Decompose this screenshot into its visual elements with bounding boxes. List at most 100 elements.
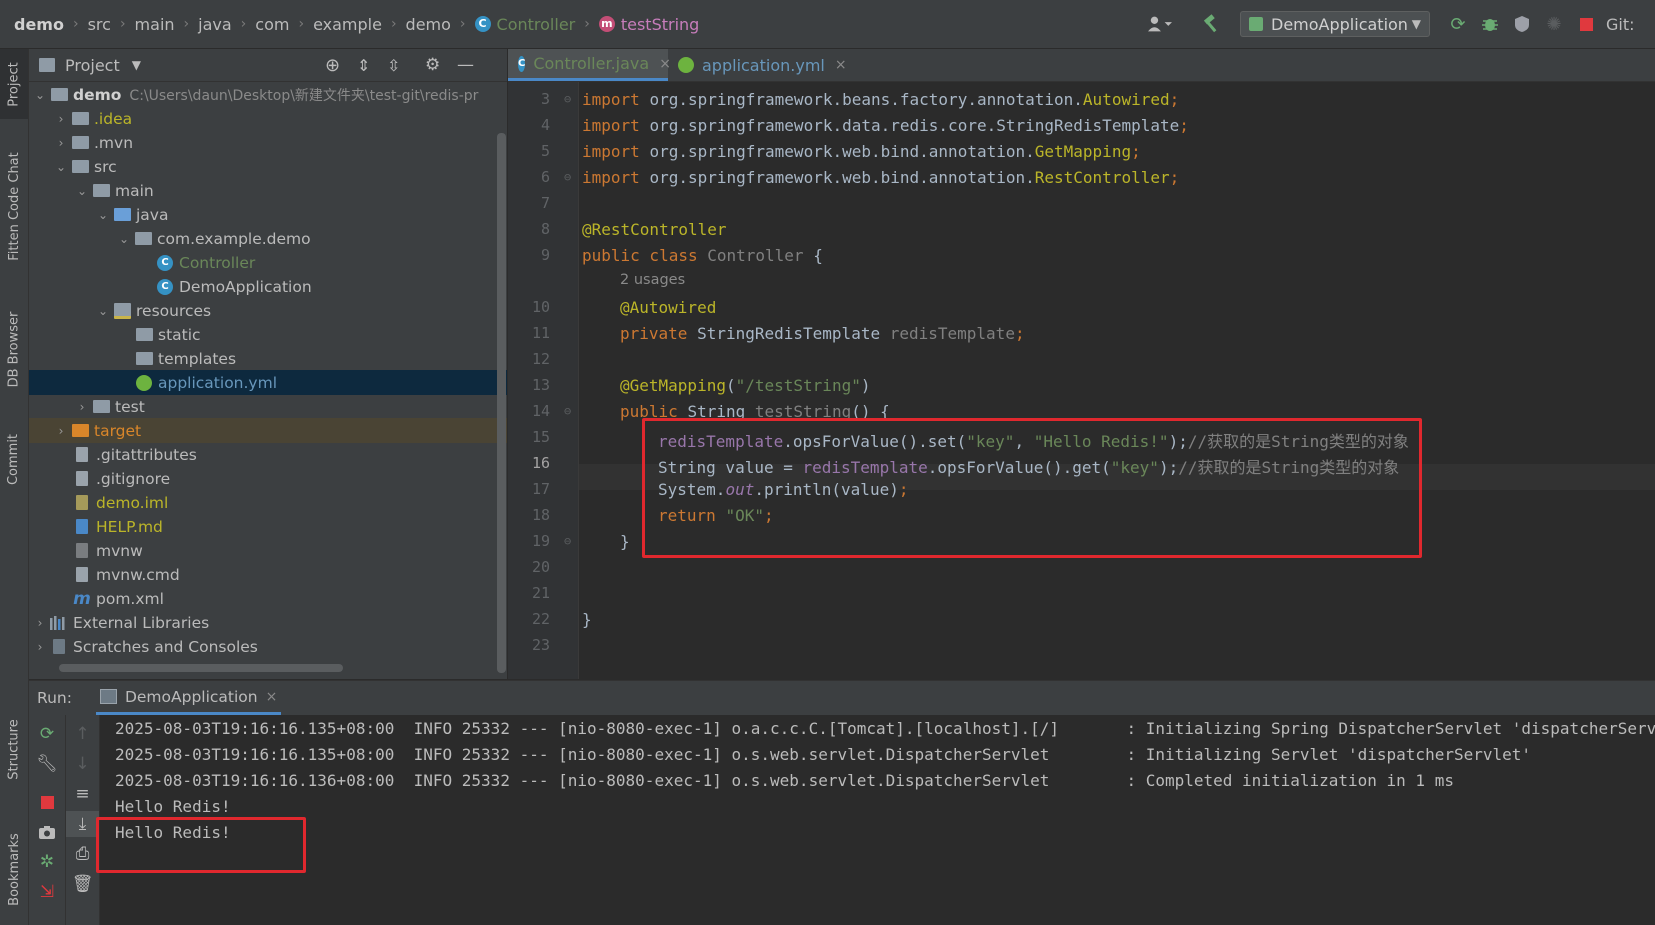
- tree-item[interactable]: C Controller: [29, 250, 507, 275]
- build-hammer-icon[interactable]: [1200, 12, 1224, 36]
- fitten-code-chat-tab[interactable]: Fitten Code Chat: [0, 141, 28, 271]
- usages-hint[interactable]: 2 usages: [620, 272, 685, 288]
- up-arrow-icon[interactable]: ↑: [66, 721, 99, 747]
- tree-item[interactable]: › target: [29, 418, 507, 443]
- tree-item[interactable]: ⌄ java: [29, 202, 507, 227]
- chevron-right-icon[interactable]: ›: [73, 400, 91, 414]
- trash-icon[interactable]: 🗑︎: [66, 871, 99, 897]
- breadcrumb-item[interactable]: demo: [14, 15, 64, 34]
- chevron-down-icon[interactable]: ⌄: [115, 232, 133, 246]
- tree-item[interactable]: HELP.md: [29, 514, 507, 539]
- tree-item[interactable]: › .mvn: [29, 130, 507, 155]
- chevron-down-icon[interactable]: ⌄: [94, 304, 112, 318]
- tree-item[interactable]: static: [29, 322, 507, 347]
- tree-item-label: Scratches and Consoles: [73, 637, 258, 656]
- chevron-right-icon[interactable]: ›: [31, 616, 49, 630]
- tree-item[interactable]: ⌄ src: [29, 154, 507, 179]
- debug-settings-icon[interactable]: ✲: [29, 849, 65, 875]
- fold-icon[interactable]: ⊖: [564, 534, 571, 548]
- code-editor[interactable]: 3 4 5 6 7 8 9 10 11 12 13 14 15 16 17 18…: [508, 82, 1655, 679]
- tree-item[interactable]: .gitignore: [29, 466, 507, 491]
- tab-application-yml[interactable]: application.yml ×: [668, 49, 857, 81]
- breadcrumb-item[interactable]: main: [135, 15, 175, 34]
- tree-item[interactable]: ⌄ resources: [29, 298, 507, 323]
- tab-controller-java[interactable]: C Controller.java ×: [508, 49, 671, 81]
- fold-icon[interactable]: ⊖: [564, 92, 571, 106]
- rerun-icon[interactable]: ⟳: [1446, 12, 1470, 36]
- breadcrumb-item[interactable]: src: [88, 15, 111, 34]
- db-browser-tab[interactable]: DB Browser: [0, 294, 28, 404]
- tree-item[interactable]: ⌄ com.example.demo: [29, 226, 507, 251]
- user-icon[interactable]: [1148, 12, 1172, 36]
- folder-icon: [91, 183, 111, 199]
- structure-tab[interactable]: Structure: [0, 699, 28, 799]
- gear-icon[interactable]: ⚙: [425, 55, 440, 75]
- tree-item-selected[interactable]: application.yml: [29, 370, 507, 395]
- wrench-icon[interactable]: 🔧︎: [29, 751, 65, 777]
- code-token: RestController: [1034, 168, 1170, 187]
- project-tool-tab[interactable]: Project: [0, 49, 28, 119]
- tree-item[interactable]: templates: [29, 346, 507, 371]
- commit-tab[interactable]: Commit: [0, 414, 28, 504]
- scroll-to-end-icon[interactable]: ⤓: [66, 811, 99, 837]
- chevron-right-icon[interactable]: ›: [52, 424, 70, 438]
- soft-wrap-icon[interactable]: ≡: [66, 781, 99, 807]
- code-token: ;: [1131, 142, 1141, 161]
- chevron-down-icon[interactable]: ⌄: [73, 184, 91, 198]
- vcs-label[interactable]: Git:: [1606, 0, 1635, 48]
- stop-icon[interactable]: [29, 789, 65, 815]
- breadcrumb-item[interactable]: example: [313, 15, 382, 34]
- chevron-down-icon[interactable]: ⌄: [52, 160, 70, 174]
- tree-item[interactable]: m pom.xml: [29, 586, 507, 611]
- run-configuration-label: DemoApplication: [1271, 14, 1408, 34]
- tree-item-label: DemoApplication: [179, 277, 312, 296]
- hide-panel-icon[interactable]: —: [457, 55, 474, 75]
- tree-item[interactable]: › .idea: [29, 106, 507, 131]
- horizontal-scrollbar[interactable]: [59, 664, 343, 672]
- exit-icon[interactable]: ⇲: [29, 879, 65, 905]
- fold-icon[interactable]: ⊖: [564, 170, 571, 184]
- tree-item[interactable]: demo.iml: [29, 490, 507, 515]
- tree-item[interactable]: ⌄ demo C:\Users\daun\Desktop\新建文件夹\test-…: [29, 82, 507, 107]
- collapse-all-icon[interactable]: ⇳: [387, 56, 400, 75]
- bookmarks-label: Bookmarks: [6, 832, 22, 906]
- tree-item[interactable]: › test: [29, 394, 507, 419]
- breadcrumb-method[interactable]: testString: [621, 15, 699, 34]
- chevron-down-icon[interactable]: ⌄: [31, 88, 49, 102]
- tree-item[interactable]: › Scratches and Consoles: [29, 634, 507, 659]
- chevron-down-icon[interactable]: ⌄: [94, 208, 112, 222]
- chevron-right-icon[interactable]: ›: [52, 136, 70, 150]
- breadcrumb-item[interactable]: demo: [406, 15, 451, 34]
- chevron-down-icon[interactable]: ▼: [132, 58, 141, 72]
- tree-item[interactable]: mvnw.cmd: [29, 562, 507, 587]
- chevron-right-icon[interactable]: ›: [31, 640, 49, 654]
- tree-item[interactable]: .gitattributes: [29, 442, 507, 467]
- tree-item[interactable]: mvnw: [29, 538, 507, 563]
- breadcrumb-class[interactable]: Controller: [497, 15, 576, 34]
- run-tab-demoapplication[interactable]: DemoApplication ×: [95, 681, 282, 715]
- tree-item[interactable]: C DemoApplication: [29, 274, 507, 299]
- commit-label: Commit: [6, 433, 22, 485]
- project-panel-title[interactable]: Project: [65, 56, 120, 75]
- close-icon[interactable]: ×: [835, 57, 847, 73]
- locate-icon[interactable]: ⊕: [325, 55, 340, 76]
- chevron-right-icon[interactable]: ›: [52, 112, 70, 126]
- project-scrollbar[interactable]: [497, 133, 506, 673]
- rerun-icon[interactable]: ⟳: [29, 721, 65, 747]
- debug-icon[interactable]: [1478, 12, 1502, 36]
- run-configuration-select[interactable]: DemoApplication ▼: [1240, 11, 1430, 37]
- bookmarks-tab[interactable]: Bookmarks: [0, 819, 28, 919]
- console-output[interactable]: 2025-08-03T19:16:16.135+08:00 INFO 25332…: [96, 715, 1655, 925]
- breadcrumb-item[interactable]: com: [255, 15, 289, 34]
- close-icon[interactable]: ×: [266, 689, 278, 705]
- down-arrow-icon[interactable]: ↓: [66, 751, 99, 777]
- expand-all-icon[interactable]: ⇕: [357, 56, 370, 75]
- stop-icon[interactable]: [1574, 12, 1598, 36]
- fold-icon[interactable]: ⊖: [564, 404, 571, 418]
- tree-item[interactable]: ⌄ main: [29, 178, 507, 203]
- breadcrumb-item[interactable]: java: [198, 15, 232, 34]
- tree-item[interactable]: › External Libraries: [29, 610, 507, 635]
- camera-icon[interactable]: [29, 819, 65, 845]
- print-icon[interactable]: ⎙: [66, 841, 99, 867]
- coverage-icon[interactable]: [1510, 12, 1534, 36]
